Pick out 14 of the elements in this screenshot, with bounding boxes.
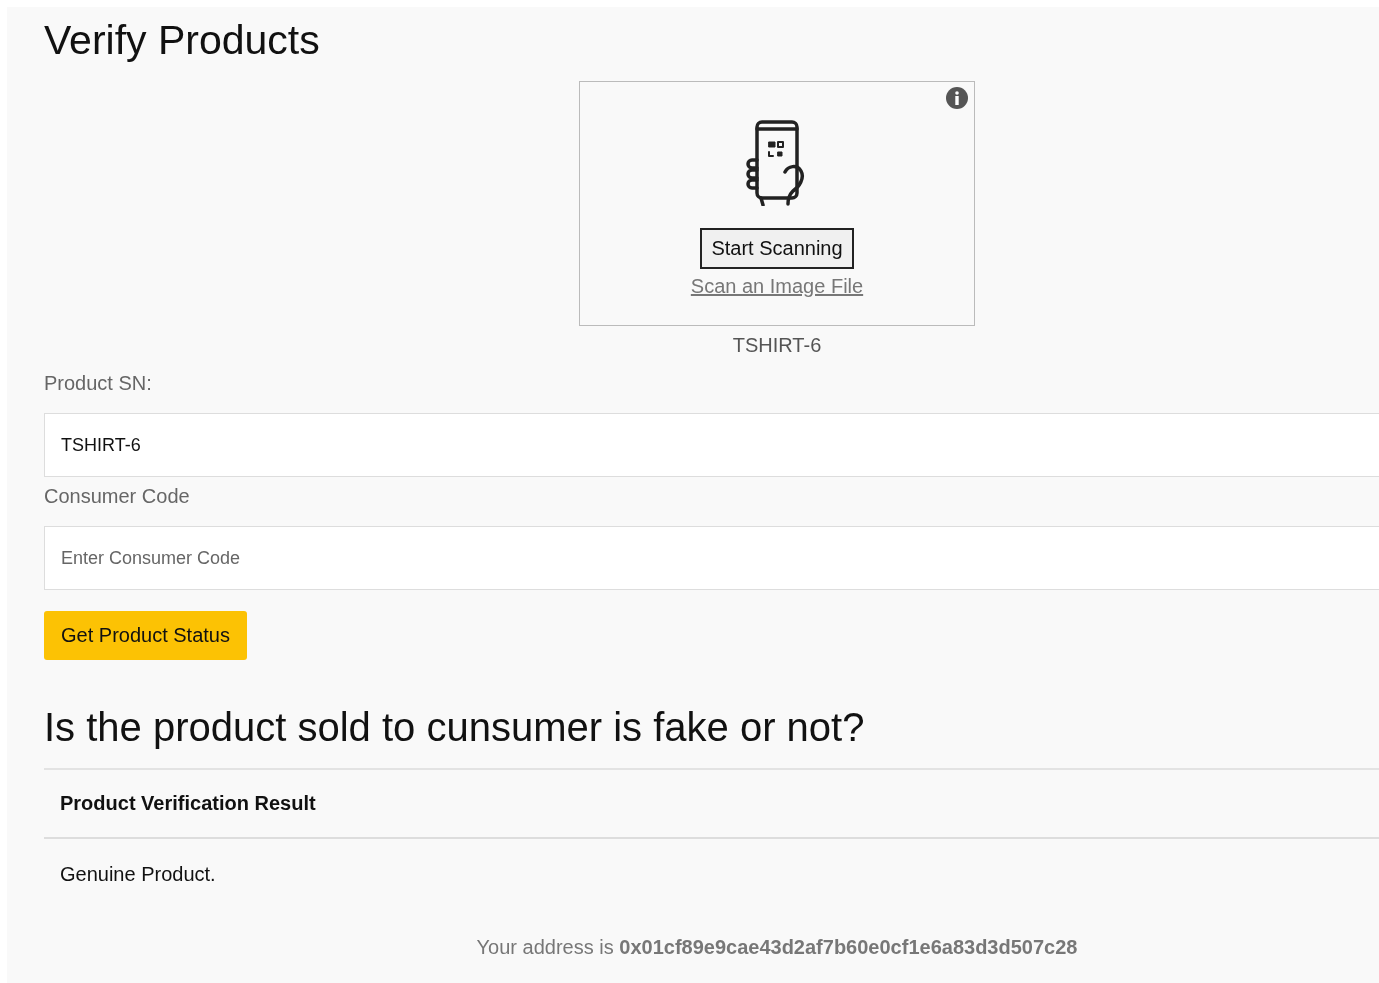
section-heading: Is the product sold to cunsumer is fake or not? bbox=[44, 705, 865, 750]
field-label: Consumer Code bbox=[44, 485, 190, 508]
input-field[interactable]: TSHIRT-6 bbox=[44, 413, 1379, 477]
address-text: Your address is 0x01cf89e9cae43d2af7b60e0cf1e6a83d3d507c28 bbox=[476, 936, 1078, 959]
table-cell-text: Genuine Product. bbox=[59, 862, 217, 887]
get-status-button[interactable]: Get Product Status bbox=[44, 611, 247, 660]
table-header: Product Verification Result bbox=[44, 770, 1379, 839]
info-icon[interactable] bbox=[946, 87, 968, 109]
scan-image-link[interactable]: Scan an Image File bbox=[690, 275, 864, 298]
start-scanning-button[interactable]: Start Scanning bbox=[700, 228, 854, 269]
scan-result: TSHIRT-6 bbox=[732, 334, 822, 357]
input-field[interactable]: Enter Consumer Code bbox=[44, 526, 1379, 590]
page-title: Verify Products bbox=[44, 17, 320, 63]
field-label: Product SN: bbox=[44, 372, 152, 395]
